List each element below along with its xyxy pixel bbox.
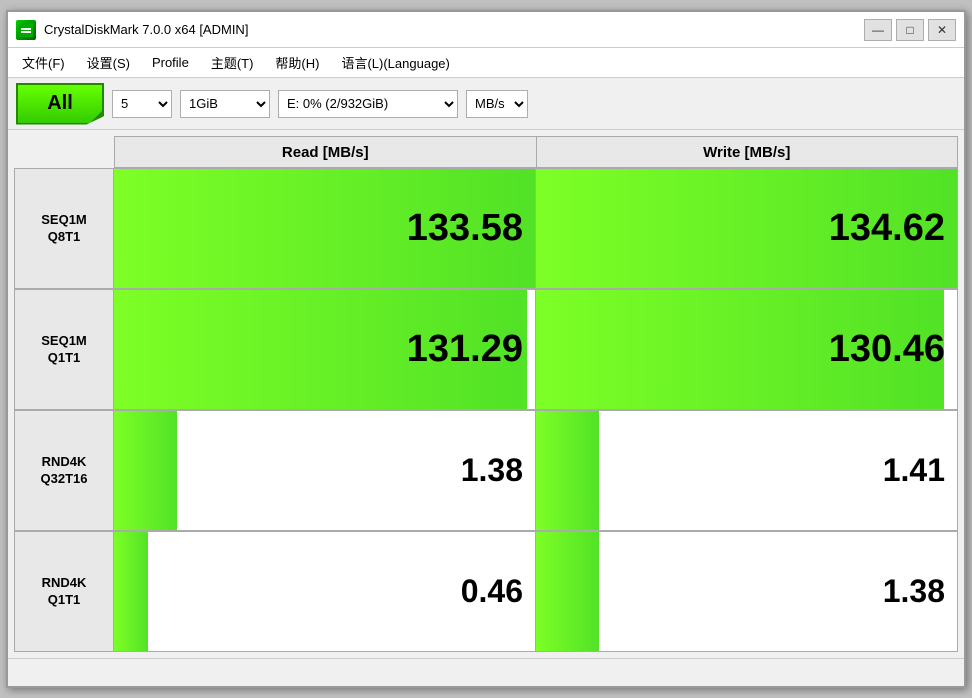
write-value-1: 130.46: [536, 328, 957, 371]
drive-select[interactable]: E: 0% (2/932GiB): [278, 90, 458, 118]
read-cell-0: 133.58: [114, 169, 536, 289]
write-cell-2: 1.41: [536, 411, 958, 531]
app-icon: [16, 20, 36, 40]
titlebar-controls: — □ ✕: [864, 19, 956, 41]
read-header: Read [MB/s]: [114, 136, 537, 168]
read-value-2: 1.38: [114, 452, 535, 489]
count-select[interactable]: 5 1 3 9: [112, 90, 172, 118]
titlebar: CrystalDiskMark 7.0.0 x64 [ADMIN] — □ ✕: [8, 12, 964, 48]
table-row: SEQ1MQ8T1133.58134.62: [14, 168, 958, 289]
read-value-3: 0.46: [114, 573, 535, 610]
titlebar-left: CrystalDiskMark 7.0.0 x64 [ADMIN]: [16, 20, 248, 40]
menu-item-profile[interactable]: Profile: [142, 52, 199, 73]
row-label-2: RND4KQ32T16: [14, 411, 114, 531]
read-cell-2: 1.38: [114, 411, 536, 531]
size-select[interactable]: 1GiB 512MiB 4GiB: [180, 90, 270, 118]
menubar: 文件(F)设置(S)Profile主题(T)帮助(H)语言(L)(Languag…: [8, 48, 964, 78]
write-cell-1: 130.46: [536, 290, 958, 410]
close-button[interactable]: ✕: [928, 19, 956, 41]
main-window: CrystalDiskMark 7.0.0 x64 [ADMIN] — □ ✕ …: [6, 10, 966, 688]
maximize-button[interactable]: □: [896, 19, 924, 41]
row-label-0: SEQ1MQ8T1: [14, 169, 114, 289]
read-cell-3: 0.46: [114, 532, 536, 652]
menu-item-help[interactable]: 帮助(H): [265, 50, 329, 75]
read-cell-1: 131.29: [114, 290, 536, 410]
window-title: CrystalDiskMark 7.0.0 x64 [ADMIN]: [44, 22, 248, 37]
write-value-0: 134.62: [536, 207, 957, 250]
write-cell-3: 1.38: [536, 532, 958, 652]
menu-item-settings[interactable]: 设置(S): [77, 50, 140, 75]
write-value-3: 1.38: [536, 573, 957, 610]
menu-item-theme[interactable]: 主题(T): [201, 50, 264, 75]
menu-item-language[interactable]: 语言(L)(Language): [331, 50, 459, 75]
table-row: RND4KQ1T10.461.38: [14, 531, 958, 652]
read-value-1: 131.29: [114, 328, 535, 371]
minimize-button[interactable]: —: [864, 19, 892, 41]
toolbar: All 5 1 3 9 1GiB 512MiB 4GiB E: 0% (2/93…: [8, 78, 964, 130]
all-button[interactable]: All: [16, 83, 104, 125]
write-cell-0: 134.62: [536, 169, 958, 289]
table-header: Read [MB/s] Write [MB/s]: [114, 136, 958, 168]
menu-item-file[interactable]: 文件(F): [12, 50, 75, 75]
table-body: SEQ1MQ8T1133.58134.62SEQ1MQ1T1131.29130.…: [14, 168, 958, 652]
row-label-3: RND4KQ1T1: [14, 532, 114, 652]
read-value-0: 133.58: [114, 207, 535, 250]
unit-select[interactable]: MB/s GB/s IOPS: [466, 90, 528, 118]
write-header: Write [MB/s]: [537, 136, 959, 168]
write-value-2: 1.41: [536, 452, 957, 489]
table-row: RND4KQ32T161.381.41: [14, 410, 958, 531]
row-label-1: SEQ1MQ1T1: [14, 290, 114, 410]
main-content: Read [MB/s] Write [MB/s] SEQ1MQ8T1133.58…: [8, 130, 964, 658]
table-row: SEQ1MQ1T1131.29130.46: [14, 289, 958, 410]
statusbar: [8, 658, 964, 686]
